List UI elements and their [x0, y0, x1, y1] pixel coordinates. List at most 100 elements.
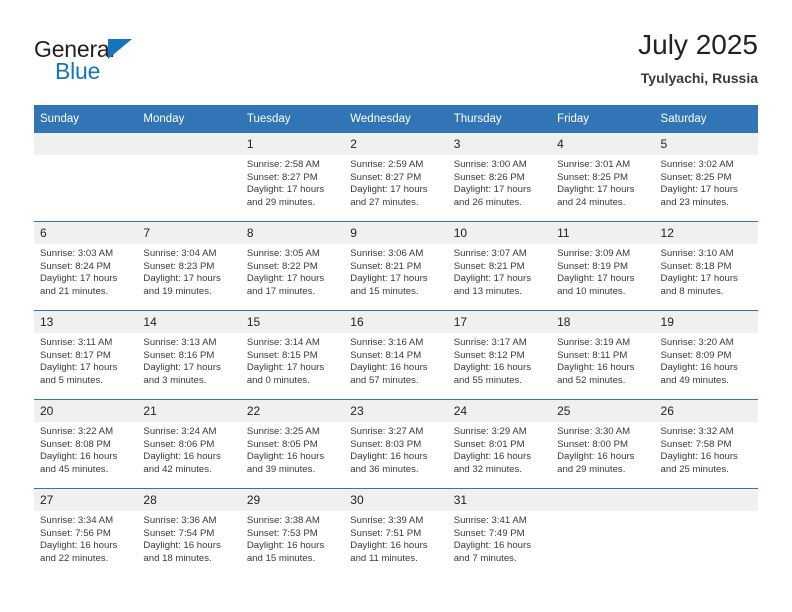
weekday-header-saturday: Saturday	[654, 105, 758, 133]
day-number: 26	[654, 400, 758, 422]
day-number: 2	[344, 133, 448, 155]
sunset-text: Sunset: 8:03 PM	[350, 438, 422, 450]
calendar-day-cell[interactable]: 20 Sunrise: 3:22 AM Sunset: 8:08 PM Dayligh…	[34, 399, 138, 489]
calendar-day-cell[interactable]: 13 Sunrise: 3:11 AM Sunset: 8:17 PM Dayligh…	[34, 310, 138, 400]
daylight-text-line1: Daylight: 16 hours	[246, 540, 325, 552]
day-detail: Sunrise: 3:20 AM Sunset: 8:09 PM Daylight:…	[655, 333, 758, 387]
sunrise-text: Sunrise: 3:04 AM	[143, 248, 217, 259]
day-detail: Sunrise: 3:04 AM Sunset: 8:23 PM Daylight:…	[137, 244, 240, 298]
sunrise-text: Sunrise: 3:36 AM	[143, 515, 217, 526]
sunrise-text: Sunrise: 3:10 AM	[660, 248, 734, 259]
sunset-text: Sunset: 7:51 PM	[350, 527, 422, 539]
daylight-text-line1: Daylight: 17 hours	[143, 362, 221, 374]
daylight-text-line1: Daylight: 16 hours	[453, 540, 532, 552]
calendar-day-cell-empty	[654, 488, 758, 577]
calendar-day-cell[interactable]: 5 Sunrise: 3:02 AM Sunset: 8:25 PM Daylight…	[654, 133, 758, 222]
calendar-day-cell[interactable]: 18 Sunrise: 3:19 AM Sunset: 8:11 PM Dayligh…	[551, 310, 655, 400]
daylight-text-line1: Daylight: 17 hours	[350, 184, 428, 196]
daylight-text-line2: and 8 minutes.	[660, 285, 724, 297]
day-number: 31	[447, 489, 552, 511]
calendar-day-cell[interactable]: 25 Sunrise: 3:30 AM Sunset: 8:00 PM Dayligh…	[551, 399, 655, 489]
calendar-day-cell[interactable]: 14 Sunrise: 3:13 AM Sunset: 8:16 PM Dayligh…	[137, 310, 241, 400]
sunrise-text: Sunrise: 3:22 AM	[40, 426, 114, 437]
daylight-text-line2: and 21 minutes.	[40, 285, 109, 297]
calendar-day-cell[interactable]: 23 Sunrise: 3:27 AM Sunset: 8:03 PM Dayligh…	[344, 399, 448, 489]
day-number: 8	[240, 222, 345, 244]
daylight-text-line1: Daylight: 17 hours	[143, 273, 221, 285]
calendar-day-cell[interactable]: 26 Sunrise: 3:32 AM Sunset: 7:58 PM Dayligh…	[654, 399, 758, 489]
day-detail: Sunrise: 3:34 AM Sunset: 7:56 PM Daylight:…	[34, 511, 137, 565]
day-number: 14	[137, 311, 241, 333]
daylight-text-line1: Daylight: 17 hours	[246, 273, 325, 285]
calendar-day-cell[interactable]: 29 Sunrise: 3:38 AM Sunset: 7:53 PM Dayligh…	[240, 488, 345, 577]
calendar-day-cell[interactable]: 19 Sunrise: 3:20 AM Sunset: 8:09 PM Dayligh…	[654, 310, 758, 400]
calendar-day-cell[interactable]: 15 Sunrise: 3:14 AM Sunset: 8:15 PM Dayligh…	[240, 310, 345, 400]
daylight-text-line2: and 13 minutes.	[453, 285, 522, 297]
daylight-text-line2: and 55 minutes.	[453, 374, 522, 386]
day-number: 6	[34, 222, 138, 244]
sunset-text: Sunset: 7:58 PM	[660, 438, 732, 450]
day-number: 15	[240, 311, 345, 333]
calendar-day-cell[interactable]: 7 Sunrise: 3:04 AM Sunset: 8:23 PM Daylight…	[137, 221, 241, 311]
calendar-day-cell[interactable]: 30 Sunrise: 3:39 AM Sunset: 7:51 PM Dayligh…	[344, 488, 448, 577]
calendar-day-cell[interactable]: 28 Sunrise: 3:36 AM Sunset: 7:54 PM Dayligh…	[137, 488, 241, 577]
sunrise-text: Sunrise: 3:27 AM	[350, 426, 424, 437]
calendar-day-cell[interactable]: 2 Sunrise: 2:59 AM Sunset: 8:27 PM Daylight…	[344, 133, 448, 222]
sunrise-sunset-calendar: Sunday Monday Tuesday Wednesday Thursday…	[34, 105, 758, 577]
calendar-day-cell[interactable]: 3 Sunrise: 3:00 AM Sunset: 8:26 PM Daylight…	[447, 133, 552, 222]
sunrise-text: Sunrise: 2:58 AM	[246, 159, 320, 170]
calendar-day-cell[interactable]: 1 Sunrise: 2:58 AM Sunset: 8:27 PM Daylight…	[240, 133, 345, 222]
daylight-text-line1: Daylight: 17 hours	[557, 184, 635, 196]
calendar-day-cell[interactable]: 12 Sunrise: 3:10 AM Sunset: 8:18 PM Dayligh…	[654, 221, 758, 311]
calendar-day-cell[interactable]: 16 Sunrise: 3:16 AM Sunset: 8:14 PM Dayligh…	[344, 310, 448, 400]
calendar-day-cell[interactable]: 22 Sunrise: 3:25 AM Sunset: 8:05 PM Dayligh…	[240, 399, 345, 489]
sunrise-text: Sunrise: 3:02 AM	[660, 159, 734, 170]
sunset-text: Sunset: 8:15 PM	[246, 349, 318, 361]
calendar-day-cell[interactable]: 6 Sunrise: 3:03 AM Sunset: 8:24 PM Daylight…	[34, 221, 138, 311]
calendar-day-cell[interactable]: 17 Sunrise: 3:17 AM Sunset: 8:12 PM Dayligh…	[447, 310, 552, 400]
calendar-day-cell[interactable]: 11 Sunrise: 3:09 AM Sunset: 8:19 PM Dayligh…	[551, 221, 655, 311]
day-detail: Sunrise: 3:16 AM Sunset: 8:14 PM Daylight:…	[344, 333, 447, 387]
day-number: 4	[551, 133, 655, 155]
sunset-text: Sunset: 8:11 PM	[557, 349, 628, 361]
day-number: 30	[344, 489, 448, 511]
daylight-text-line2: and 3 minutes.	[143, 374, 207, 386]
calendar-day-cell[interactable]: 8 Sunrise: 3:05 AM Sunset: 8:22 PM Daylight…	[240, 221, 345, 311]
calendar-day-cell[interactable]: 10 Sunrise: 3:07 AM Sunset: 8:21 PM Dayligh…	[447, 221, 552, 311]
day-number: 11	[551, 222, 655, 244]
sunset-text: Sunset: 8:12 PM	[453, 349, 525, 361]
daylight-text-line2: and 23 minutes.	[660, 196, 729, 208]
day-number: 21	[137, 400, 241, 422]
daylight-text-line1: Daylight: 16 hours	[660, 362, 738, 374]
day-detail: Sunrise: 3:17 AM Sunset: 8:12 PM Daylight:…	[448, 333, 551, 387]
weekday-header-sunday: Sunday	[34, 105, 138, 133]
daylight-text-line2: and 11 minutes.	[350, 552, 418, 564]
calendar-day-cell[interactable]: 31 Sunrise: 3:41 AM Sunset: 7:49 PM Dayligh…	[447, 488, 552, 577]
day-number: 12	[654, 222, 758, 244]
weekday-header-thursday: Thursday	[447, 105, 552, 133]
sunset-text: Sunset: 8:27 PM	[246, 171, 318, 183]
sunrise-text: Sunrise: 3:07 AM	[453, 248, 527, 259]
day-detail: Sunrise: 3:06 AM Sunset: 8:21 PM Daylight:…	[344, 244, 447, 298]
calendar-day-cell[interactable]: 4 Sunrise: 3:01 AM Sunset: 8:25 PM Daylight…	[551, 133, 655, 222]
sunrise-text: Sunrise: 3:19 AM	[557, 337, 631, 348]
sunrise-text: Sunrise: 3:16 AM	[350, 337, 424, 348]
day-detail: Sunrise: 3:41 AM Sunset: 7:49 PM Daylight:…	[448, 511, 551, 565]
day-number	[654, 489, 758, 511]
day-number: 17	[447, 311, 552, 333]
day-detail: Sunrise: 3:22 AM Sunset: 8:08 PM Daylight:…	[34, 422, 137, 476]
sunrise-text: Sunrise: 3:13 AM	[143, 337, 217, 348]
sunset-text: Sunset: 8:05 PM	[246, 438, 318, 450]
calendar-body: 1 Sunrise: 2:58 AM Sunset: 8:27 PM Daylight…	[34, 133, 758, 577]
sunrise-text: Sunrise: 3:11 AM	[40, 337, 113, 348]
daylight-text-line2: and 24 minutes.	[557, 196, 626, 208]
calendar-day-cell[interactable]: 24 Sunrise: 3:29 AM Sunset: 8:01 PM Dayligh…	[447, 399, 552, 489]
calendar-day-cell[interactable]: 9 Sunrise: 3:06 AM Sunset: 8:21 PM Daylight…	[344, 221, 448, 311]
calendar-day-cell[interactable]: 27 Sunrise: 3:34 AM Sunset: 7:56 PM Dayligh…	[34, 488, 138, 577]
day-detail: Sunrise: 3:38 AM Sunset: 7:53 PM Daylight:…	[241, 511, 344, 565]
sunrise-text: Sunrise: 3:24 AM	[143, 426, 217, 437]
calendar-day-cell[interactable]: 21 Sunrise: 3:24 AM Sunset: 8:06 PM Dayligh…	[137, 399, 241, 489]
day-detail: Sunrise: 3:27 AM Sunset: 8:03 PM Daylight:…	[344, 422, 447, 476]
sunset-text: Sunset: 8:25 PM	[557, 171, 629, 183]
sunset-text: Sunset: 8:06 PM	[143, 438, 215, 450]
